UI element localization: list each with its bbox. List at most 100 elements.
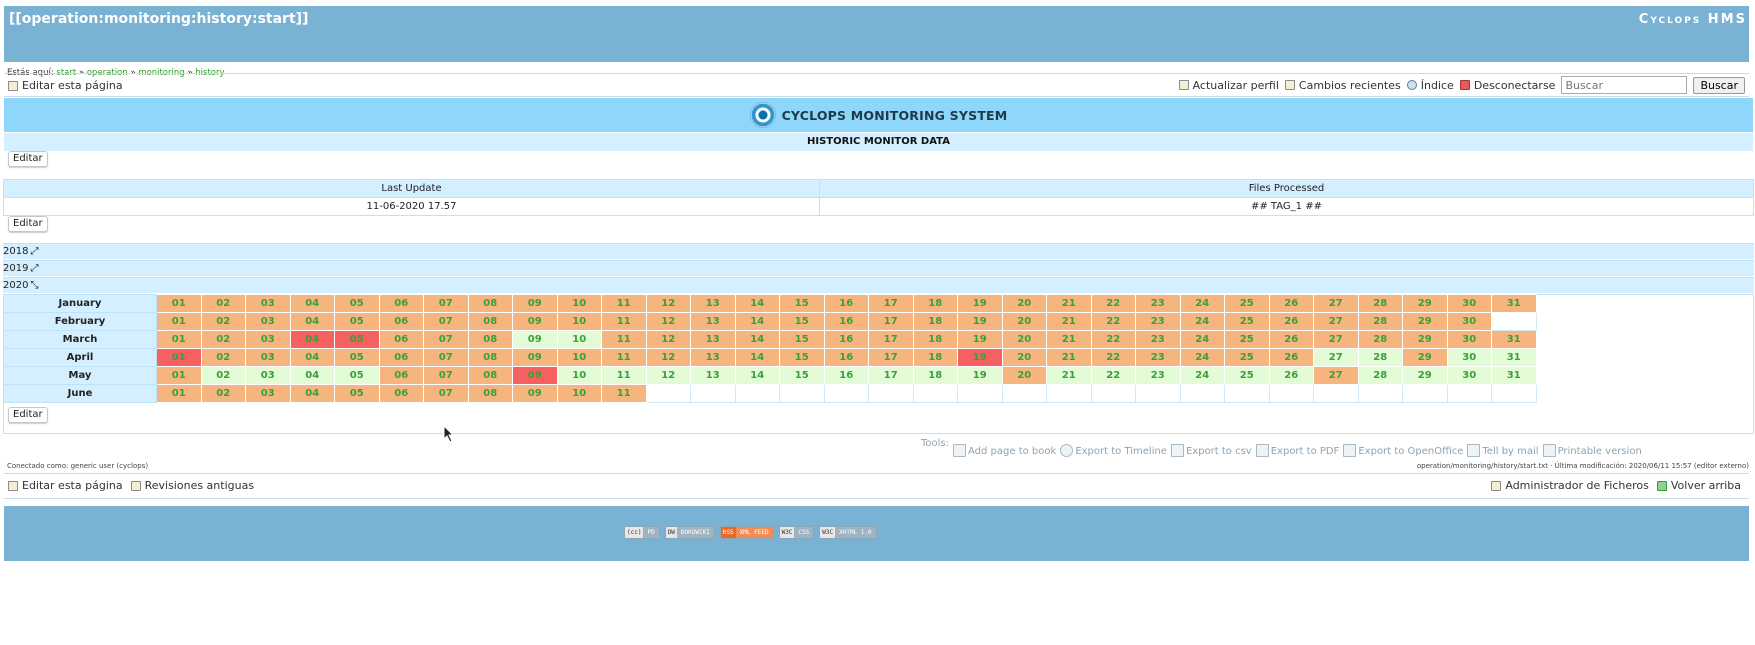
day-cell[interactable]: 27: [1313, 330, 1359, 349]
edit-section-button[interactable]: Editar: [8, 407, 48, 423]
day-cell[interactable]: 15: [779, 312, 825, 331]
day-cell[interactable]: 24: [1179, 348, 1225, 367]
day-cell[interactable]: 31: [1491, 330, 1537, 349]
day-cell[interactable]: 30: [1446, 294, 1492, 313]
day-cell[interactable]: 15: [779, 330, 825, 349]
badge-w3c-xhtml[interactable]: W3C XHTML 1.0: [819, 526, 877, 539]
day-cell[interactable]: 28: [1357, 294, 1403, 313]
day-cell[interactable]: 02: [200, 348, 246, 367]
day-cell[interactable]: 09: [512, 330, 558, 349]
day-cell[interactable]: 03: [245, 330, 291, 349]
day-cell[interactable]: 11: [601, 384, 647, 403]
day-cell[interactable]: 19: [957, 294, 1003, 313]
day-cell[interactable]: 22: [1090, 294, 1136, 313]
day-cell[interactable]: 14: [734, 330, 780, 349]
year-toggle-2020[interactable]: 2020 ⤡: [3, 277, 1754, 293]
footer-edit-page-link[interactable]: Editar esta página: [8, 479, 123, 492]
day-cell[interactable]: 24: [1179, 294, 1225, 313]
day-cell[interactable]: 28: [1357, 348, 1403, 367]
day-cell[interactable]: 25: [1224, 348, 1270, 367]
day-cell[interactable]: 25: [1224, 366, 1270, 385]
day-cell[interactable]: 12: [645, 312, 691, 331]
day-cell[interactable]: 11: [601, 312, 647, 331]
day-cell[interactable]: 02: [200, 366, 246, 385]
day-cell[interactable]: 12: [645, 366, 691, 385]
day-cell[interactable]: 05: [334, 330, 380, 349]
day-cell[interactable]: 13: [690, 348, 736, 367]
day-cell[interactable]: 20: [1001, 348, 1047, 367]
day-cell[interactable]: 21: [1046, 348, 1092, 367]
day-cell[interactable]: 10: [556, 348, 602, 367]
back-to-top-link[interactable]: Volver arriba: [1656, 479, 1741, 492]
day-cell[interactable]: 07: [423, 348, 469, 367]
day-cell[interactable]: 23: [1135, 312, 1181, 331]
day-cell[interactable]: 16: [823, 312, 869, 331]
day-cell[interactable]: 31: [1491, 366, 1537, 385]
day-cell[interactable]: 25: [1224, 312, 1270, 331]
day-cell[interactable]: 13: [690, 366, 736, 385]
day-cell[interactable]: 26: [1268, 312, 1314, 331]
day-cell[interactable]: 29: [1402, 312, 1448, 331]
day-cell[interactable]: 04: [289, 312, 335, 331]
index-link[interactable]: Índice: [1406, 79, 1454, 92]
day-cell[interactable]: 01: [156, 384, 202, 403]
day-cell[interactable]: 03: [245, 384, 291, 403]
day-cell[interactable]: 26: [1268, 366, 1314, 385]
day-cell[interactable]: 15: [779, 366, 825, 385]
day-cell[interactable]: 07: [423, 366, 469, 385]
day-cell[interactable]: 30: [1446, 330, 1492, 349]
printable-version-link[interactable]: Printable version: [1542, 444, 1642, 457]
day-cell[interactable]: 08: [467, 294, 513, 313]
day-cell[interactable]: 01: [156, 294, 202, 313]
day-cell[interactable]: 11: [601, 330, 647, 349]
day-cell[interactable]: 18: [912, 330, 958, 349]
day-cell[interactable]: 08: [467, 348, 513, 367]
export-timeline-link[interactable]: Export to Timeline: [1060, 444, 1167, 457]
search-input[interactable]: [1561, 76, 1688, 94]
day-cell[interactable]: 27: [1313, 294, 1359, 313]
day-cell[interactable]: 02: [200, 294, 246, 313]
day-cell[interactable]: 05: [334, 366, 380, 385]
day-cell[interactable]: 03: [245, 348, 291, 367]
day-cell[interactable]: 10: [556, 384, 602, 403]
day-cell[interactable]: 31: [1491, 348, 1537, 367]
day-cell[interactable]: 26: [1268, 294, 1314, 313]
day-cell[interactable]: 06: [378, 348, 424, 367]
day-cell[interactable]: 05: [334, 348, 380, 367]
day-cell[interactable]: 22: [1090, 348, 1136, 367]
day-cell[interactable]: 18: [912, 294, 958, 313]
day-cell[interactable]: 02: [200, 384, 246, 403]
day-cell[interactable]: 15: [779, 294, 825, 313]
day-cell[interactable]: 16: [823, 366, 869, 385]
site-title[interactable]: Cyclops HMS: [1639, 12, 1747, 27]
day-cell[interactable]: 21: [1046, 330, 1092, 349]
day-cell[interactable]: 07: [423, 330, 469, 349]
day-cell[interactable]: 09: [512, 348, 558, 367]
day-cell[interactable]: 03: [245, 312, 291, 331]
day-cell[interactable]: 06: [378, 312, 424, 331]
year-toggle-2019[interactable]: 2019 ⤢: [3, 260, 1754, 276]
day-cell[interactable]: 01: [156, 330, 202, 349]
day-cell[interactable]: 07: [423, 312, 469, 331]
day-cell[interactable]: 10: [556, 294, 602, 313]
day-cell[interactable]: 23: [1135, 330, 1181, 349]
export-openoffice-link[interactable]: Export to OpenOffice: [1343, 444, 1463, 457]
day-cell[interactable]: 08: [467, 312, 513, 331]
day-cell[interactable]: 04: [289, 384, 335, 403]
day-cell[interactable]: 02: [200, 330, 246, 349]
day-cell[interactable]: 04: [289, 330, 335, 349]
day-cell[interactable]: 22: [1090, 330, 1136, 349]
day-cell[interactable]: 17: [868, 348, 914, 367]
day-cell[interactable]: 23: [1135, 348, 1181, 367]
day-cell[interactable]: 15: [779, 348, 825, 367]
day-cell[interactable]: 21: [1046, 366, 1092, 385]
search-button[interactable]: Buscar: [1693, 76, 1745, 94]
day-cell[interactable]: 10: [556, 312, 602, 331]
badge-dokuwiki[interactable]: DW DOKUWIKI: [664, 526, 715, 539]
day-cell[interactable]: 09: [512, 312, 558, 331]
day-cell[interactable]: 24: [1179, 312, 1225, 331]
day-cell[interactable]: 27: [1313, 348, 1359, 367]
badge-rss-feed[interactable]: RSS XML FEED: [719, 526, 774, 539]
day-cell[interactable]: 26: [1268, 330, 1314, 349]
day-cell[interactable]: 11: [601, 366, 647, 385]
